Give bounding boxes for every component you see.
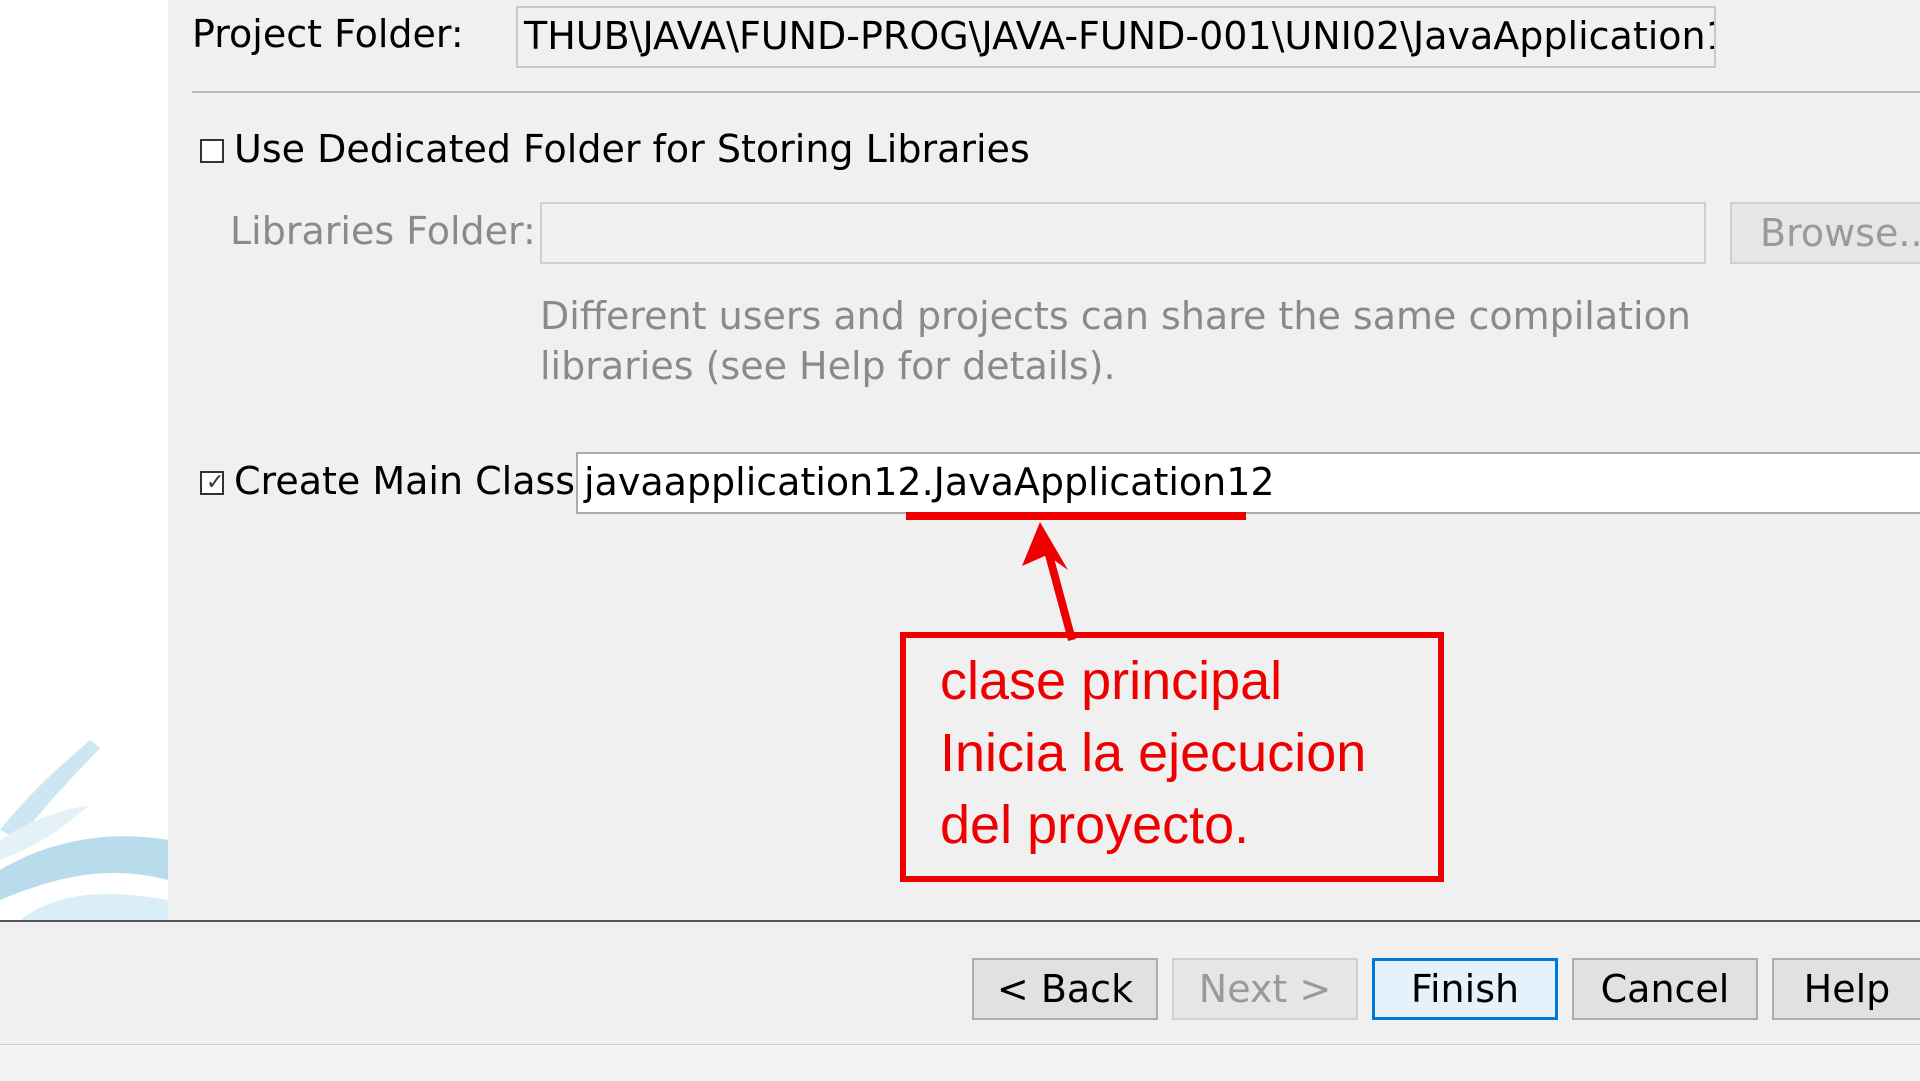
annotation-arrow-icon xyxy=(1022,522,1076,642)
finish-button[interactable]: Finish xyxy=(1372,958,1558,1020)
window-bottom-edge xyxy=(0,1044,1920,1081)
annotation-line3: del proyecto. xyxy=(940,795,1250,855)
back-button[interactable]: < Back xyxy=(972,958,1158,1020)
cancel-button[interactable]: Cancel xyxy=(1572,958,1758,1020)
next-button[interactable]: Next > xyxy=(1172,958,1358,1020)
annotation-line1: clase principal xyxy=(940,651,1283,711)
annotation-box: clase principal Inicia la ejecucion del … xyxy=(900,632,1444,882)
annotation-line2: Inicia la ejecucion xyxy=(940,723,1367,783)
help-button[interactable]: Help xyxy=(1772,958,1920,1020)
